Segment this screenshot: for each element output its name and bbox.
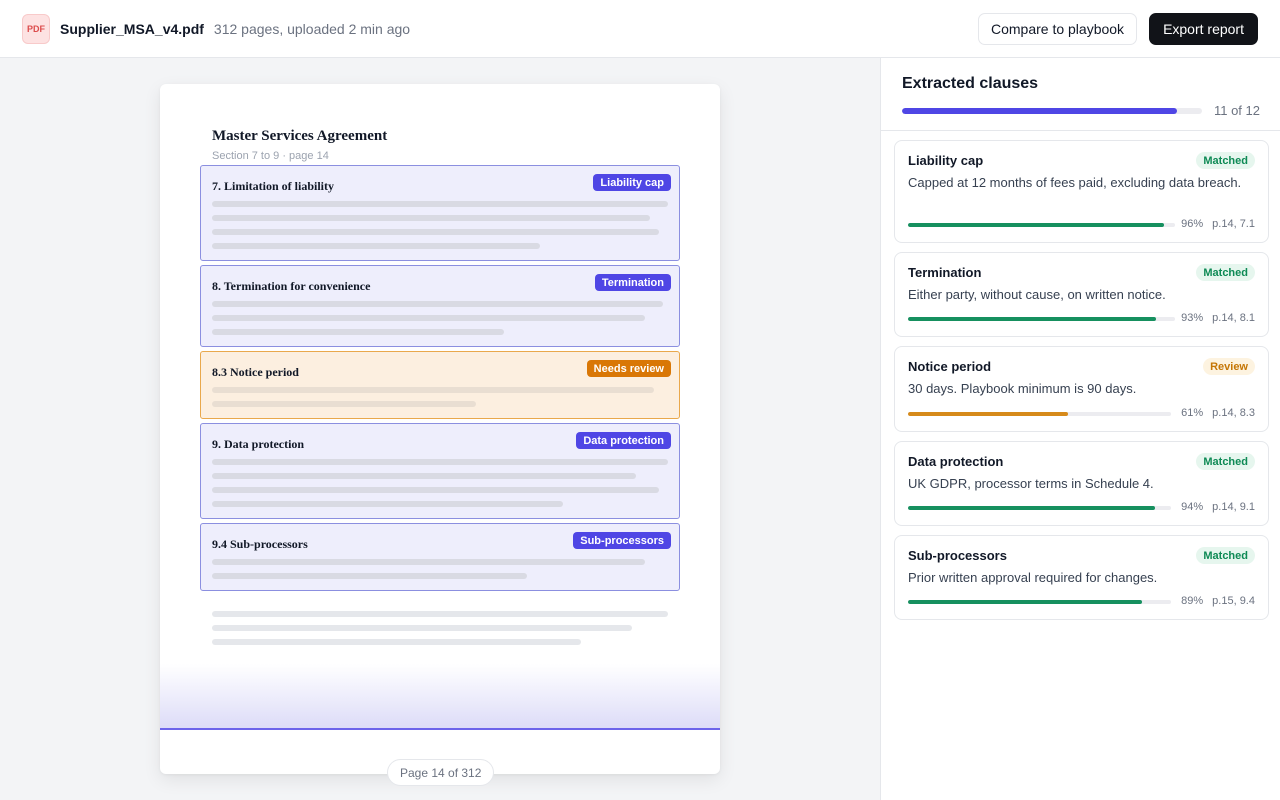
clause-card-meta: 96% p.14, 7.1 (1181, 218, 1255, 230)
file-name: Supplier_MSA_v4.pdf (60, 20, 204, 37)
confidence-value: 94% (1181, 501, 1204, 513)
confidence-value: 93% (1181, 312, 1204, 324)
extraction-progress-fill (902, 108, 1177, 114)
confidence-bar (908, 412, 1171, 416)
page-indicator: Page 14 of 312 (387, 759, 495, 786)
clause-reference-link[interactable]: p.14, 8.3 (1212, 407, 1255, 419)
page-break-line (160, 728, 720, 730)
text-line-placeholder (212, 625, 632, 631)
text-line-placeholder (212, 639, 581, 645)
confidence-bar (908, 223, 1175, 227)
status-badge: Matched (1196, 152, 1255, 169)
clause-tag[interactable]: Needs review (586, 360, 671, 377)
clause-highlight-liability[interactable]: 7. Limitation of liability Liability cap (200, 165, 680, 261)
document-viewer[interactable]: Master Services Agreement Section 7 to 9… (0, 58, 880, 800)
text-line-placeholder (212, 401, 476, 407)
clause-card-description: Prior written approval required for chan… (908, 570, 1158, 585)
text-line-placeholder (212, 243, 540, 249)
clause-highlight-sub-processors[interactable]: 9.4 Sub-processors Sub-processors (200, 523, 680, 591)
pdf-file-icon: PDF (22, 13, 50, 44)
clause-card-title: Notice period (908, 359, 992, 374)
confidence-bar-fill (908, 317, 1157, 321)
confidence-value: 61% (1181, 407, 1204, 419)
compare-to-playbook-button[interactable]: Compare to playbook (977, 12, 1138, 45)
clause-card-title: Sub-processors (908, 548, 1007, 563)
clause-highlight-notice-period[interactable]: 8.3 Notice period Needs review (200, 351, 680, 419)
file-meta: 312 pages, uploaded 2 min ago (213, 20, 411, 37)
header-actions: Compare to playbook Export report (977, 12, 1258, 45)
extraction-progress-bar (902, 108, 1202, 114)
text-line-placeholder (212, 329, 504, 335)
text-line-placeholder (212, 215, 650, 221)
page-scroll-fade (160, 664, 720, 728)
clause-card-description: UK GDPR, processor terms in Schedule 4. (908, 476, 1154, 491)
confidence-value: 96% (1181, 218, 1204, 230)
confidence-value: 89% (1181, 595, 1204, 607)
clause-card-meta: 89% p.15, 9.4 (1181, 595, 1255, 607)
clause-highlight-termination[interactable]: 8. Termination for convenience Terminati… (200, 265, 680, 347)
confidence-bar-fill (908, 506, 1156, 510)
clause-highlight-data-protection[interactable]: 9. Data protection Data protection (200, 423, 680, 519)
clause-card-data-protection[interactable]: Data protection Matched UK GDPR, process… (894, 441, 1269, 526)
clause-heading: 8. Termination for convenience (212, 279, 371, 293)
text-line-placeholder (212, 201, 668, 207)
confidence-bar-fill (908, 412, 1069, 416)
text-line-placeholder (212, 559, 645, 565)
clause-heading: 9.4 Sub-processors (212, 537, 308, 551)
status-badge: Matched (1196, 547, 1255, 564)
clause-reference-link[interactable]: p.14, 7.1 (1212, 218, 1255, 230)
document-subtitle: Section 7 to 9 · page 14 (212, 150, 329, 162)
clause-reference-link[interactable]: p.14, 9.1 (1212, 501, 1255, 513)
clause-card-meta: 94% p.14, 9.1 (1181, 501, 1255, 513)
text-line-placeholder (212, 611, 668, 617)
clause-card-title: Data protection (908, 454, 1004, 469)
clause-card-description: Capped at 12 months of fees paid, exclud… (908, 175, 1242, 190)
extracted-clauses-panel: Extracted clauses 11 of 12 Liability cap… (880, 58, 1280, 800)
confidence-bar (908, 317, 1175, 321)
clause-heading: 7. Limitation of liability (212, 179, 335, 193)
document-title: Master Services Agreement (212, 128, 388, 144)
text-line-placeholder (212, 573, 527, 579)
text-line-placeholder (212, 301, 663, 307)
document-page: Master Services Agreement Section 7 to 9… (160, 84, 720, 774)
export-report-button[interactable]: Export report (1149, 12, 1258, 45)
status-badge: Review (1203, 358, 1255, 375)
clause-card-meta: 61% p.14, 8.3 (1181, 407, 1255, 419)
clause-card-liability-cap[interactable]: Liability cap Matched Capped at 12 month… (894, 140, 1269, 243)
clause-card-sub-processors[interactable]: Sub-processors Matched Prior written app… (894, 535, 1269, 620)
text-line-placeholder (212, 387, 654, 393)
confidence-bar-fill (908, 223, 1165, 227)
clause-reference-link[interactable]: p.14, 8.1 (1212, 312, 1255, 324)
clause-tag[interactable]: Termination (594, 274, 671, 291)
clause-card-description: 30 days. Playbook minimum is 90 days. (908, 381, 1137, 396)
clause-card-meta: 93% p.14, 8.1 (1181, 312, 1255, 324)
text-line-placeholder (212, 473, 636, 479)
clause-card-description: Either party, without cause, on written … (908, 287, 1166, 302)
panel-title: Extracted clauses (902, 75, 1039, 92)
clause-tag[interactable]: Liability cap (593, 174, 671, 191)
confidence-bar (908, 600, 1171, 604)
top-bar: PDF Supplier_MSA_v4.pdf 312 pages, uploa… (0, 0, 1280, 58)
panel-header: Extracted clauses 11 of 12 (881, 58, 1280, 131)
status-badge: Matched (1196, 264, 1255, 281)
text-line-placeholder (212, 229, 659, 235)
clause-card-title: Liability cap (908, 153, 984, 168)
clause-reference-link[interactable]: p.15, 9.4 (1212, 595, 1255, 607)
extraction-count: 11 of 12 (1213, 103, 1260, 118)
text-line-placeholder (212, 459, 668, 465)
text-line-placeholder (212, 315, 645, 321)
clause-heading: 9. Data protection (212, 437, 305, 451)
clause-card-title: Termination (908, 265, 982, 280)
clause-card-notice-period[interactable]: Notice period Review 30 days. Playbook m… (894, 346, 1269, 432)
clause-card-termination[interactable]: Termination Matched Either party, withou… (894, 252, 1269, 337)
clause-heading: 8.3 Notice period (212, 365, 299, 379)
clause-tag[interactable]: Data protection (576, 432, 671, 449)
text-line-placeholder (212, 487, 659, 493)
confidence-bar (908, 506, 1171, 510)
confidence-bar-fill (908, 600, 1143, 604)
clause-tag[interactable]: Sub-processors (573, 532, 671, 549)
text-line-placeholder (212, 501, 563, 507)
status-badge: Matched (1196, 453, 1255, 470)
